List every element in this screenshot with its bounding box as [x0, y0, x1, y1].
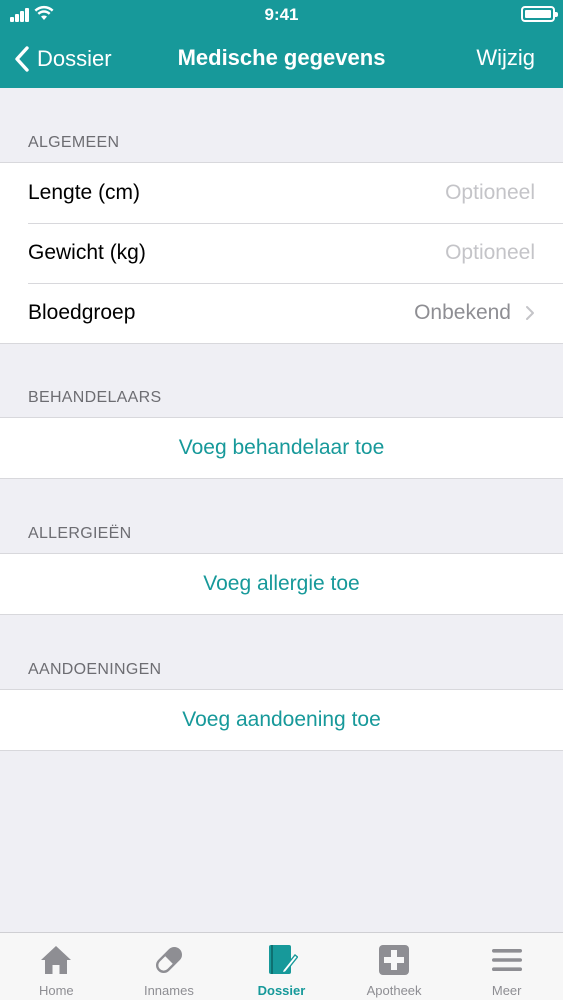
general-group: Lengte (cm) Optioneel Gewicht (kg) Optio… — [0, 162, 563, 344]
weight-input[interactable]: Optioneel — [445, 241, 535, 265]
height-label: Lengte (cm) — [28, 181, 141, 204]
weight-label: Gewicht (kg) — [28, 241, 146, 264]
back-button[interactable]: Dossier — [14, 42, 112, 76]
header: 9:41 Dossier Medische gegevens Wijzig — [0, 0, 563, 88]
add-allergy-button[interactable]: Voeg allergie toe — [0, 554, 563, 614]
back-button-label: Dossier — [37, 46, 112, 71]
edit-button[interactable]: Wijzig — [476, 45, 535, 71]
tab-innames-label: Innames — [143, 983, 194, 998]
height-row[interactable]: Lengte (cm) Optioneel — [0, 163, 563, 223]
status-time: 9:41 — [264, 5, 299, 24]
tab-meer-label: Meer — [491, 983, 522, 998]
dossier-icon — [269, 945, 299, 975]
allergies-group: Voeg allergie toe — [0, 553, 563, 615]
home-icon — [41, 946, 72, 974]
pharmacy-cross-icon — [379, 945, 410, 975]
tab-home-label: Home — [38, 983, 74, 998]
section-header-practitioners: BEHANDELAARS — [28, 389, 162, 406]
tab-meer[interactable]: Meer — [450, 933, 563, 1000]
pill-icon — [155, 946, 182, 974]
weight-row[interactable]: Gewicht (kg) Optioneel — [0, 223, 563, 283]
section-header-general: ALGEMEEN — [28, 134, 120, 151]
tab-bar: Home Innames Dossier Apotheek Meer — [0, 932, 563, 1000]
tab-innames[interactable]: Innames — [113, 933, 226, 1000]
nav-bar: Dossier Medische gegevens Wijzig — [0, 30, 563, 88]
section-header-allergies: ALLERGIEËN — [28, 525, 132, 542]
tab-dossier[interactable]: Dossier — [225, 933, 338, 1000]
battery-icon — [521, 6, 558, 22]
height-input[interactable]: Optioneel — [445, 181, 535, 205]
tab-apotheek-label: Apotheek — [366, 983, 422, 998]
blood-type-label: Bloedgroep — [28, 301, 136, 324]
blood-type-row[interactable]: Bloedgroep Onbekend — [0, 283, 563, 343]
tab-dossier-label: Dossier — [257, 983, 306, 998]
status-bar: 9:41 — [0, 0, 563, 30]
add-practitioner-button[interactable]: Voeg behandelaar toe — [0, 418, 563, 478]
section-header-conditions: AANDOENINGEN — [28, 661, 162, 678]
conditions-group: Voeg aandoening toe — [0, 689, 563, 751]
tab-home[interactable]: Home — [0, 933, 113, 1000]
add-condition-button[interactable]: Voeg aandoening toe — [0, 690, 563, 750]
blood-type-value: Onbekend — [414, 301, 511, 324]
tab-apotheek[interactable]: Apotheek — [338, 933, 451, 1000]
chevron-left-icon — [15, 46, 29, 72]
menu-icon — [491, 949, 522, 971]
practitioners-group: Voeg behandelaar toe — [0, 417, 563, 479]
chevron-right-icon — [526, 306, 534, 320]
